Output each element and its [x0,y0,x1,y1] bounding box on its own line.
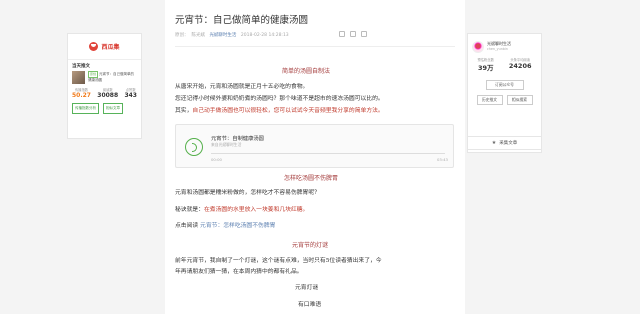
watermelon-logo-icon [89,42,99,51]
source-account-link[interactable]: 光斌聊时生活 [209,33,236,38]
account-actions: 历史推文 相似搜索 [468,95,541,105]
paragraph-line: 秘诀就是：在煮汤圆的水里放入一块姜和几块红糖。 [175,206,308,215]
today-posts-label: 当天推文 [72,64,90,69]
today-article-card: 西瓜集 当天推文 原创 元宵节：自己做简单的健康汤圆 传播指数 50.27 阅读数… [67,33,142,139]
brand-logo[interactable]: 西瓜集 [68,34,141,60]
article-stats: 传播指数 50.27 阅读数 30088 点赞数 343 [68,84,141,99]
paragraph-line: 前年元宵节，我自制了一个灯谜，这个谜有点难，当时只有5位读者猜出来了，今 [175,258,382,264]
account-header[interactable]: 光斌聊时生活 chen_yunbin [468,34,541,53]
author-prefix: 原创： [175,33,189,38]
collect-label: 采集文章 [499,141,518,146]
paragraph-line: 元宵灯谜 [295,285,319,291]
account-stats: 预估粉丝数 39万 头条平均阅读 24206 [468,53,541,72]
spread-analysis-button[interactable]: 传播指数分析 [72,103,99,114]
article-thumbnail [72,71,85,84]
left-actions: 传播指数分析 相似文章 [68,99,141,114]
paragraph-text: 秘诀就是： [175,207,204,213]
section-heading-3: 元宵节的灯谜 [292,242,329,249]
paragraph-line: 年再请朋友们猜一猜，在本周内猜中的都有礼品。 [175,269,303,275]
stat-value: 50.27 [72,92,91,99]
similar-articles-button[interactable]: 相似文章 [103,103,123,114]
collect-article-button[interactable]: ★ 采集文章 [467,136,542,150]
paragraph-line: 您还记得小时候外婆和奶奶煮的汤圆吗？那个味道不是超市的速冻汤圆可以比的。 [175,96,384,102]
avg-read-stat: 头条平均阅读 24206 [509,57,532,72]
paragraph-text: 点击阅读 [175,223,199,229]
paragraph-line: 其实，自己动手做汤圆也可以很轻松，您可以试试今天音频里我分享的简单方法。 [175,107,384,116]
account-card: 光斌聊时生活 chen_yunbin 预估粉丝数 39万 头条平均阅读 2420… [467,33,542,153]
fans-stat: 预估粉丝数 39万 [477,57,493,72]
section-heading-2: 怎样吃汤圆不伤脾胃 [284,175,339,182]
paragraph-line: 点击阅读 元宵节：怎样吃汤圆不伤脾胃 [175,222,275,231]
share-icon[interactable] [350,31,356,37]
article-panel: 元宵节：自己做简单的健康汤圆 原创： 陈光斌 光斌聊时生活 2018-02-28 … [165,0,465,314]
star-icon: ★ [491,140,497,146]
qrcode-icon[interactable] [361,31,367,37]
copy-icon[interactable] [339,31,345,37]
audio-title: 元宵节：自制健康汤圆 [211,136,264,142]
article-item-text: 原创 元宵节：自己做简单的健康汤圆 [88,71,137,84]
today-article-item[interactable]: 原创 元宵节：自己做简单的健康汤圆 [68,71,141,84]
audio-source: 来自光斌聊时生活 [211,142,242,147]
spread-index-stat: 传播指数 50.27 [72,87,91,99]
section-heading-1: 简单的汤圆自制法 [282,68,331,75]
paragraph-text: 其实， [175,108,193,114]
brand-name: 西瓜集 [101,44,120,51]
subscribe-button[interactable]: 订阅公众号 [485,80,524,90]
account-id: chen_yunbin [487,47,508,51]
meta-icons [339,31,367,37]
article-meta: 原创： 陈光斌 光斌聊时生活 2018-02-28 14:28:13 [175,32,289,38]
author-name: 陈光斌 [191,33,206,38]
paragraph-line: 元宵和汤圆都是糯米粉做的，怎样吃才不容易伤脾胃呢？ [175,190,320,196]
read-count-stat: 阅读数 30088 [97,87,118,99]
stat-value: 39万 [477,64,494,72]
audio-duration: 03:43 [437,157,448,162]
article-title: 元宵节：自己做简单的健康汤圆 [175,15,309,26]
history-posts-button[interactable]: 历史推文 [476,95,503,105]
stat-value: 24206 [508,62,532,70]
divider [175,46,455,47]
highlight-text: 在煮汤圆的水里放入一块姜和几块红糖。 [204,207,309,213]
similar-search-button[interactable]: 相似搜索 [506,95,533,105]
audio-current-time: 00:00 [211,157,222,162]
audio-progress-bar[interactable] [211,153,445,154]
stat-value: 30088 [97,92,119,99]
audio-player[interactable]: 元宵节：自制健康汤圆 来自光斌聊时生活 00:00 03:43 [175,124,454,168]
highlight-text: 自己动手做汤圆也可以很轻松，您可以试试今天音频里我分享的简单方法。 [192,108,384,114]
avatar [472,41,484,53]
stat-value: 343 [124,92,137,99]
account-info: 光斌聊时生活 chen_yunbin [487,41,511,53]
original-badge: 原创 [88,71,99,78]
audio-play-icon[interactable] [185,138,203,156]
like-count-stat: 点赞数 343 [124,87,137,99]
read-more-link[interactable]: 元宵节：怎样吃汤圆不伤脾胃 [200,223,275,229]
paragraph-line: 从唐宋开始，元宵和汤圆就是正月十五必吃的食物。 [175,84,309,90]
paragraph-line: 有口难语 [298,302,322,308]
publish-time: 2018-02-28 14:28:13 [240,33,289,38]
